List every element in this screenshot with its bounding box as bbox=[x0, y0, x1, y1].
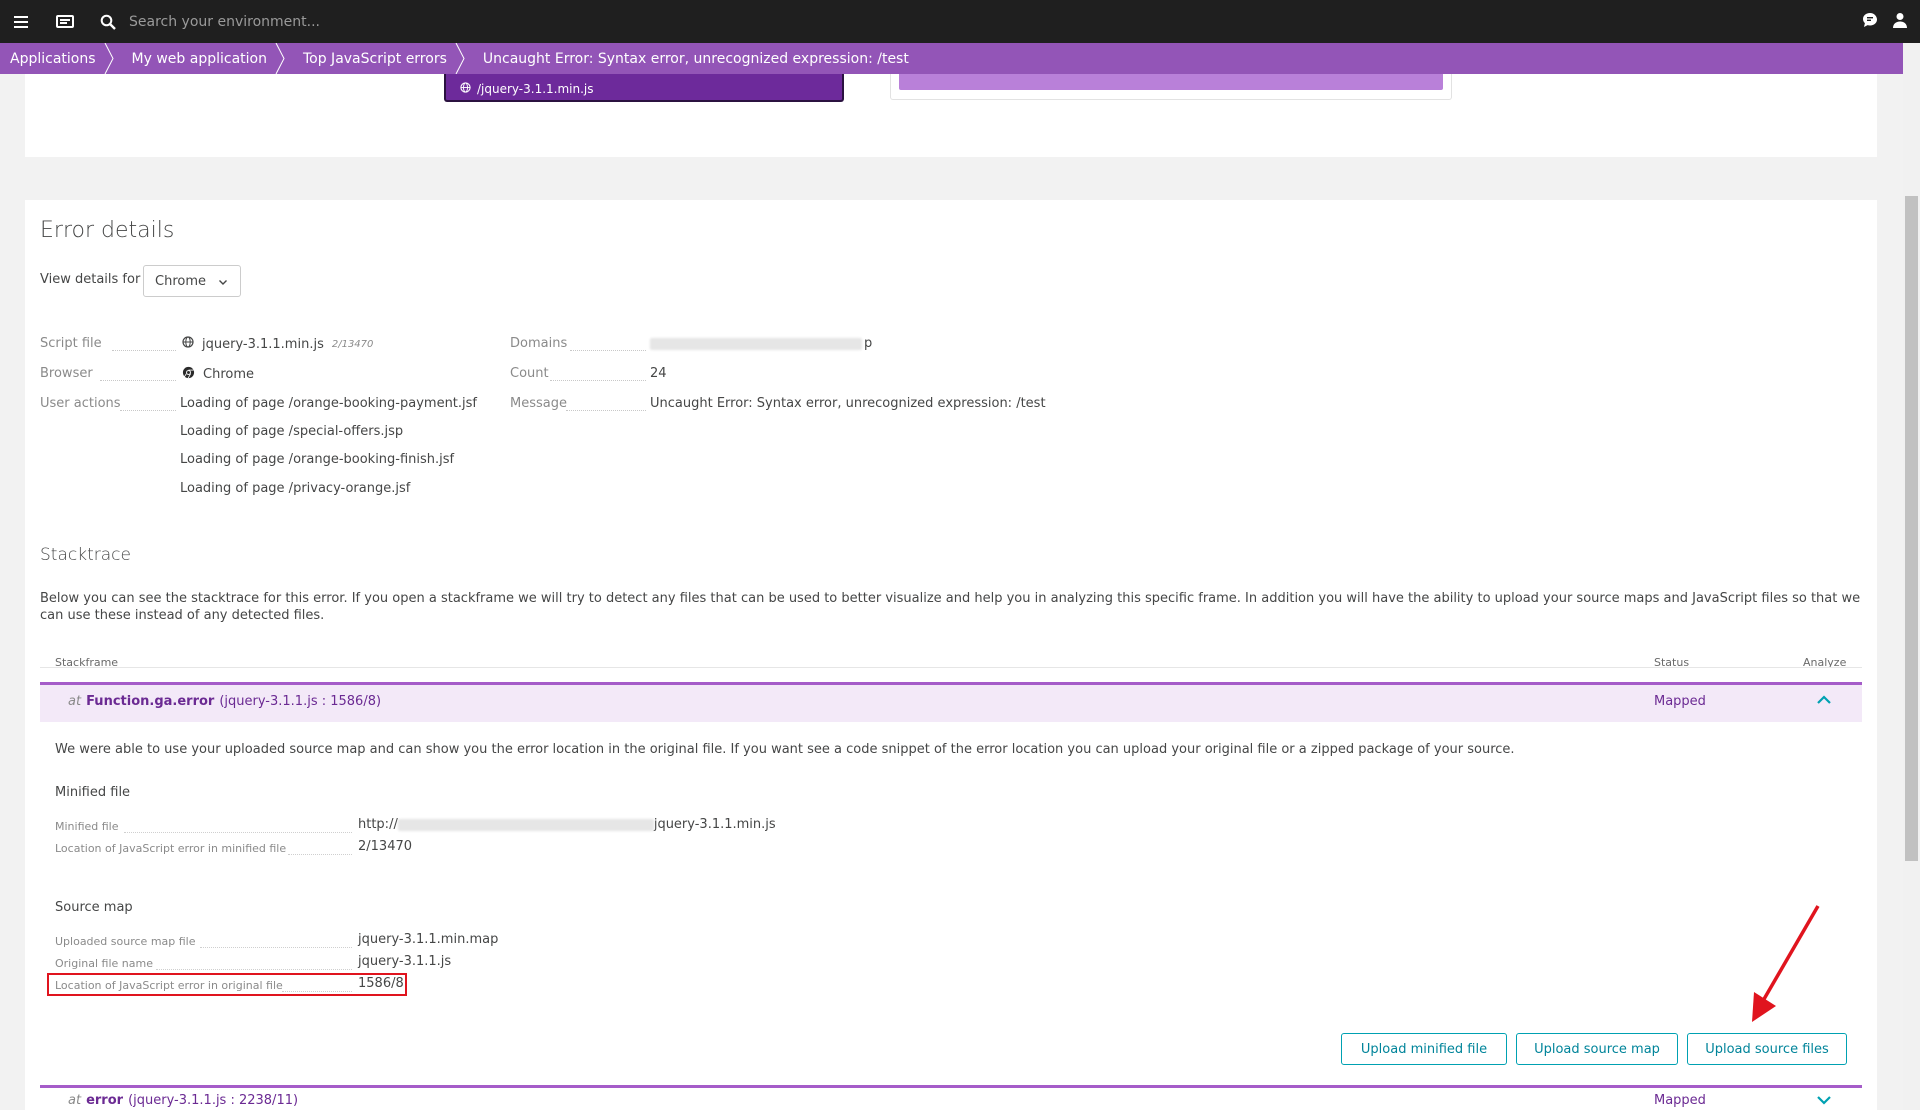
breadcrumb-separator bbox=[455, 43, 465, 74]
chevron-down-icon bbox=[218, 276, 228, 291]
dashboard-icon[interactable] bbox=[43, 0, 86, 43]
table-header-divider bbox=[40, 667, 1862, 668]
count-value: 24 bbox=[650, 366, 667, 381]
divider bbox=[124, 832, 352, 833]
domains-label: Domains bbox=[510, 336, 568, 351]
user-action-item[interactable]: Loading of page /orange-booking-finish.j… bbox=[180, 452, 454, 467]
message-value: Uncaught Error: Syntax error, unrecogniz… bbox=[650, 396, 1046, 411]
breadcrumb-top-javascript-errors[interactable]: Top JavaScript errors bbox=[281, 43, 465, 74]
original-file-name-value: jquery-3.1.1.js bbox=[358, 954, 452, 969]
script-file-location: 2/13470 bbox=[331, 338, 374, 350]
divider bbox=[112, 350, 176, 351]
divider bbox=[200, 947, 352, 948]
breadcrumb-applications[interactable]: Applications bbox=[0, 43, 114, 74]
source-map-file-label: Uploaded source map file bbox=[55, 935, 196, 948]
stackframe-location: (jquery-3.1.1.js : 1586/8) bbox=[219, 694, 382, 709]
stackframe-row-expanded[interactable]: at Function.ga.error (jquery-3.1.1.js : … bbox=[40, 682, 1862, 722]
divider bbox=[570, 350, 646, 351]
minified-location-label: Location of JavaScript error in minified… bbox=[55, 842, 287, 855]
top-bar bbox=[0, 0, 1920, 43]
domains-value-suffix: p bbox=[864, 336, 873, 351]
stackframe-row[interactable]: at error (jquery-3.1.1.js : 2238/11) Map… bbox=[40, 1085, 1862, 1110]
divider bbox=[288, 854, 352, 855]
breadcrumb-label: Uncaught Error: Syntax error, unrecogniz… bbox=[482, 50, 909, 67]
source-map-file-value: jquery-3.1.1.min.map bbox=[358, 932, 499, 947]
minified-file-prefix: http:// bbox=[358, 817, 398, 832]
divider bbox=[156, 969, 352, 970]
stacktrace-title: Stacktrace bbox=[40, 545, 131, 565]
chevron-down-icon[interactable] bbox=[1816, 1094, 1832, 1110]
search-icon bbox=[86, 0, 129, 43]
breadcrumb: Applications My web application Top Java… bbox=[0, 43, 1903, 74]
minified-location-value: 2/13470 bbox=[358, 839, 413, 854]
script-tile-label: /jquery-3.1.1.min.js bbox=[477, 81, 594, 96]
breadcrumb-my-web-application[interactable]: My web application bbox=[110, 43, 285, 74]
globe-icon bbox=[182, 336, 194, 352]
script-tile[interactable]: /jquery-3.1.1.min.js bbox=[444, 74, 844, 102]
stackframe-text: at error (jquery-3.1.1.js : 2238/11) bbox=[68, 1093, 298, 1108]
minified-file-label: Minified file bbox=[55, 820, 119, 833]
divider bbox=[120, 410, 176, 411]
user-actions-label: User actions bbox=[40, 396, 121, 411]
count-label: Count bbox=[510, 366, 549, 381]
search-input[interactable] bbox=[129, 6, 629, 37]
script-file-label: Script file bbox=[40, 336, 102, 351]
domains-value: p bbox=[650, 336, 872, 351]
minified-file-value: http:// jquery-3.1.1.min.js bbox=[358, 817, 776, 832]
stackframe-function: error bbox=[86, 1093, 124, 1108]
original-file-name-label: Original file name bbox=[55, 957, 153, 970]
stackframe-status: Mapped bbox=[1654, 694, 1706, 709]
browser-value-text: Chrome bbox=[203, 367, 254, 382]
chat-icon[interactable] bbox=[1862, 12, 1878, 32]
message-label: Message bbox=[510, 396, 567, 411]
breadcrumb-separator bbox=[104, 43, 114, 74]
browser-select-value: Chrome bbox=[155, 273, 206, 289]
stacktrace-description: Below you can see the stacktrace for thi… bbox=[40, 591, 1861, 623]
stackframe-at: at bbox=[68, 1093, 82, 1108]
minified-file-name[interactable]: jquery-3.1.1.min.js bbox=[654, 817, 776, 832]
redacted-domain bbox=[650, 337, 862, 350]
browser-label: Browser bbox=[40, 366, 93, 381]
scrollbar-thumb[interactable] bbox=[1905, 196, 1918, 861]
user-icon[interactable] bbox=[1892, 12, 1908, 32]
script-file-link[interactable]: jquery-3.1.1.min.js bbox=[202, 337, 324, 352]
stackframe-location: (jquery-3.1.1.js : 2238/11) bbox=[128, 1093, 299, 1108]
breadcrumb-label: Applications bbox=[10, 50, 96, 67]
error-details-title: Error details bbox=[40, 218, 175, 243]
script-file-value: jquery-3.1.1.min.js 2/13470 bbox=[182, 336, 373, 352]
stackframe-status: Mapped bbox=[1654, 1093, 1706, 1108]
divider bbox=[566, 410, 646, 411]
annotation-arrow bbox=[1752, 905, 1820, 1022]
view-details-label: View details for bbox=[40, 272, 141, 287]
user-action-item[interactable]: Loading of page /orange-booking-payment.… bbox=[180, 396, 477, 411]
browser-select[interactable]: Chrome bbox=[143, 265, 241, 297]
source-map-description: We were able to use your uploaded source… bbox=[55, 742, 1515, 757]
chevron-up-icon[interactable] bbox=[1816, 694, 1832, 710]
divider bbox=[100, 380, 176, 381]
chrome-icon bbox=[182, 366, 195, 383]
menu-icon[interactable] bbox=[0, 0, 43, 43]
breadcrumb-label: Top JavaScript errors bbox=[302, 50, 447, 67]
browser-value: Chrome bbox=[182, 366, 254, 383]
divider bbox=[550, 380, 646, 381]
breadcrumb-label: My web application bbox=[131, 50, 267, 67]
minified-file-title: Minified file bbox=[55, 785, 131, 800]
timing-bar bbox=[899, 74, 1443, 90]
stackframe-text: at Function.ga.error (jquery-3.1.1.js : … bbox=[68, 694, 381, 709]
highlight-box bbox=[47, 973, 407, 996]
stackframe-function: Function.ga.error bbox=[86, 694, 215, 709]
stackframe-at: at bbox=[68, 694, 82, 709]
user-action-item[interactable]: Loading of page /special-offers.jsp bbox=[180, 424, 403, 439]
source-map-title: Source map bbox=[55, 900, 133, 915]
breadcrumb-current-error: Uncaught Error: Syntax error, unrecogniz… bbox=[461, 43, 923, 74]
globe-icon bbox=[460, 81, 471, 96]
user-action-item[interactable]: Loading of page /privacy-orange.jsf bbox=[180, 481, 410, 496]
redacted-url bbox=[397, 818, 654, 831]
timing-tile bbox=[890, 74, 1452, 100]
upload-source-map-button[interactable]: Upload source map bbox=[1516, 1033, 1678, 1065]
upload-minified-file-button[interactable]: Upload minified file bbox=[1341, 1033, 1507, 1065]
upload-source-files-button[interactable]: Upload source files bbox=[1687, 1033, 1847, 1065]
breadcrumb-separator bbox=[275, 43, 285, 74]
